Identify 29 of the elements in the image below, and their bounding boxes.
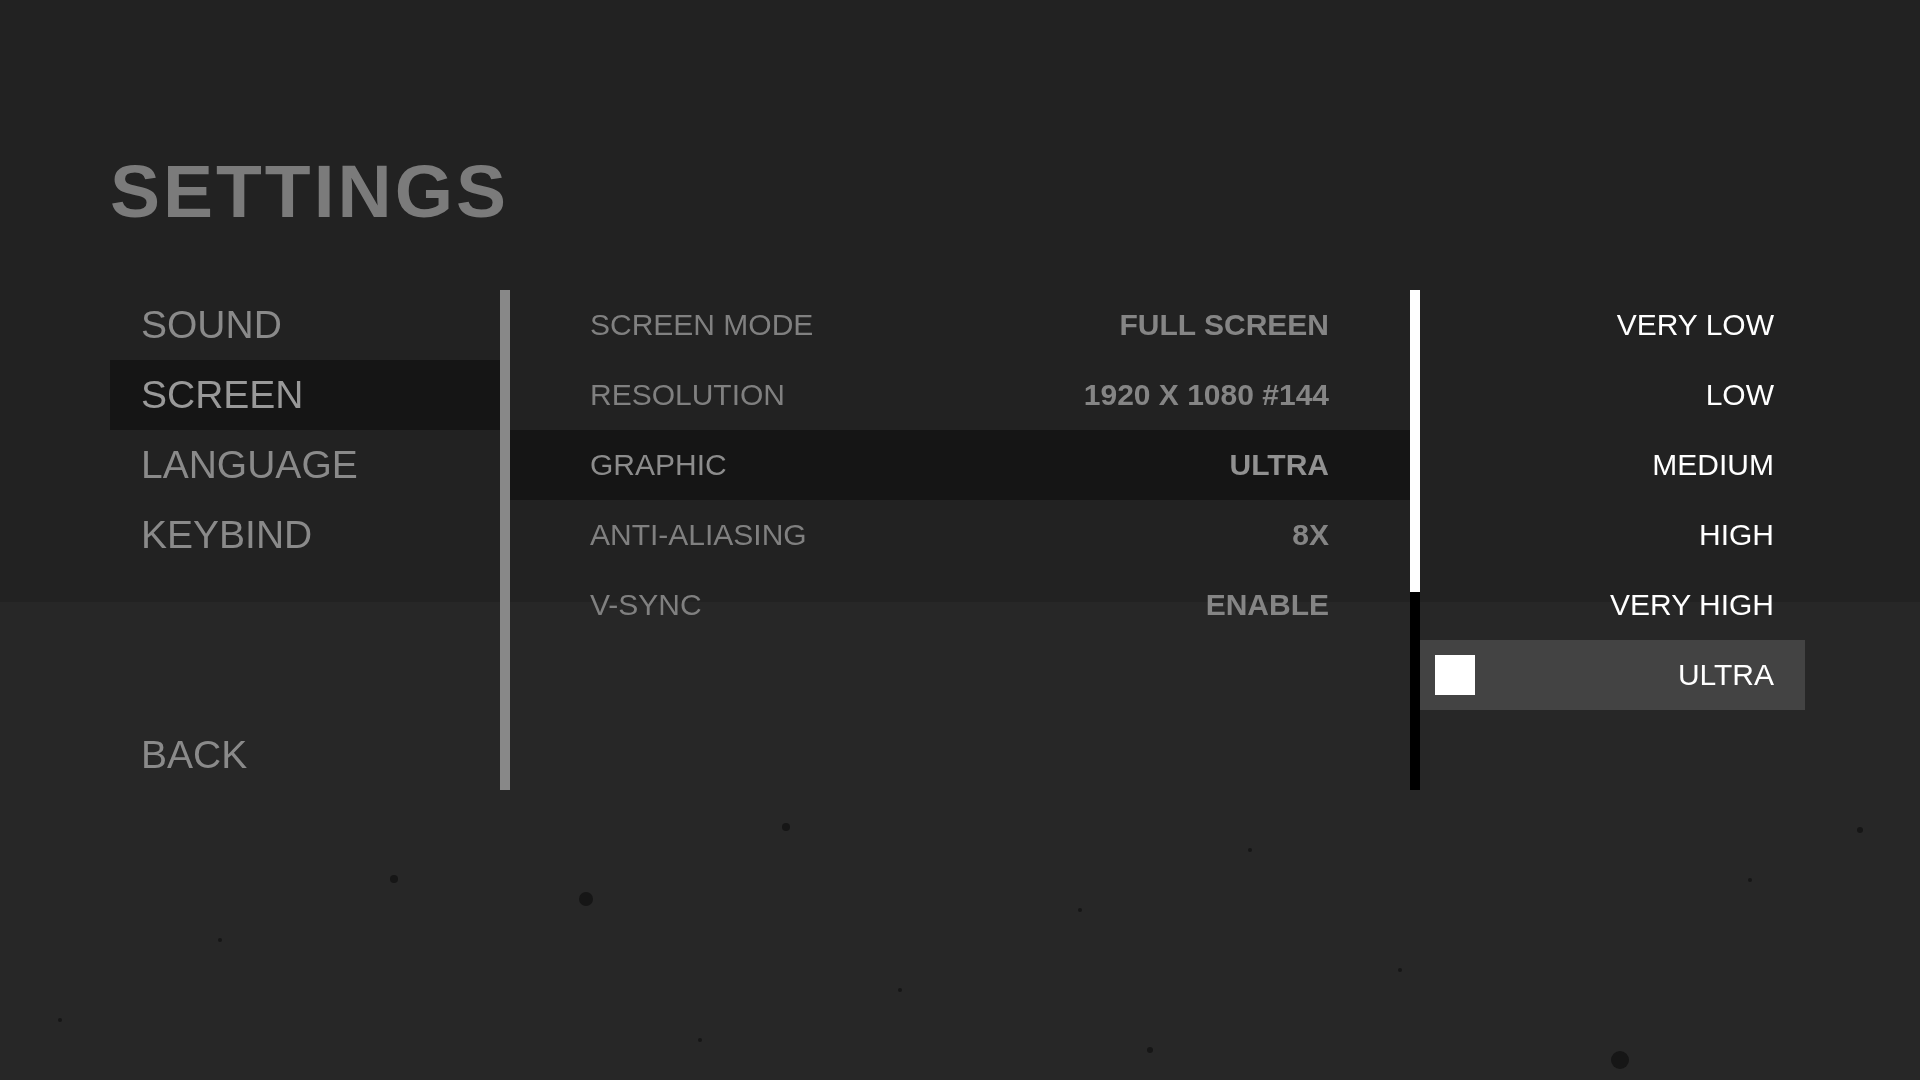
back-button[interactable]: BACK bbox=[110, 720, 500, 790]
setting-value: 8X bbox=[1292, 517, 1329, 553]
dropdown-option[interactable]: VERY HIGH bbox=[1420, 570, 1805, 640]
setting-label: ANTI-ALIASING bbox=[590, 517, 807, 553]
dropdown-option[interactable]: LOW bbox=[1420, 360, 1805, 430]
sidebar-tab[interactable]: KEYBIND bbox=[110, 500, 500, 570]
dropdown-option[interactable]: HIGH bbox=[1420, 500, 1805, 570]
setting-label: GRAPHIC bbox=[590, 447, 727, 483]
setting-row[interactable]: RESOLUTION 1920 X 1080 #144 bbox=[510, 360, 1410, 430]
dropdown-option[interactable]: ULTRA bbox=[1420, 640, 1805, 710]
setting-row[interactable]: ANTI-ALIASING 8X bbox=[510, 500, 1410, 570]
setting-label: V-SYNC bbox=[590, 587, 702, 623]
setting-label: SCREEN MODE bbox=[590, 307, 814, 343]
scrollbar-thumb[interactable] bbox=[1410, 290, 1420, 592]
sidebar-tab[interactable]: LANGUAGE bbox=[110, 430, 500, 500]
sidebar-tab[interactable]: SOUND bbox=[110, 290, 500, 360]
dropdown-option[interactable]: MEDIUM bbox=[1420, 430, 1805, 500]
square-marker-icon bbox=[1435, 655, 1475, 695]
setting-label: RESOLUTION bbox=[590, 377, 786, 413]
setting-row[interactable]: GRAPHIC ULTRA bbox=[510, 430, 1410, 500]
setting-value: 1920 X 1080 #144 bbox=[1083, 377, 1329, 413]
setting-row[interactable]: V-SYNC ENABLE bbox=[510, 570, 1410, 640]
setting-value: ULTRA bbox=[1229, 447, 1329, 483]
page-title: SETTINGS bbox=[110, 154, 510, 229]
setting-value: FULL SCREEN bbox=[1119, 307, 1329, 343]
setting-value: ENABLE bbox=[1205, 587, 1329, 623]
dropdown-option[interactable]: VERY LOW bbox=[1420, 290, 1805, 360]
sidebar-tab[interactable]: SCREEN bbox=[110, 360, 500, 430]
setting-row[interactable]: SCREEN MODE FULL SCREEN bbox=[510, 290, 1410, 360]
